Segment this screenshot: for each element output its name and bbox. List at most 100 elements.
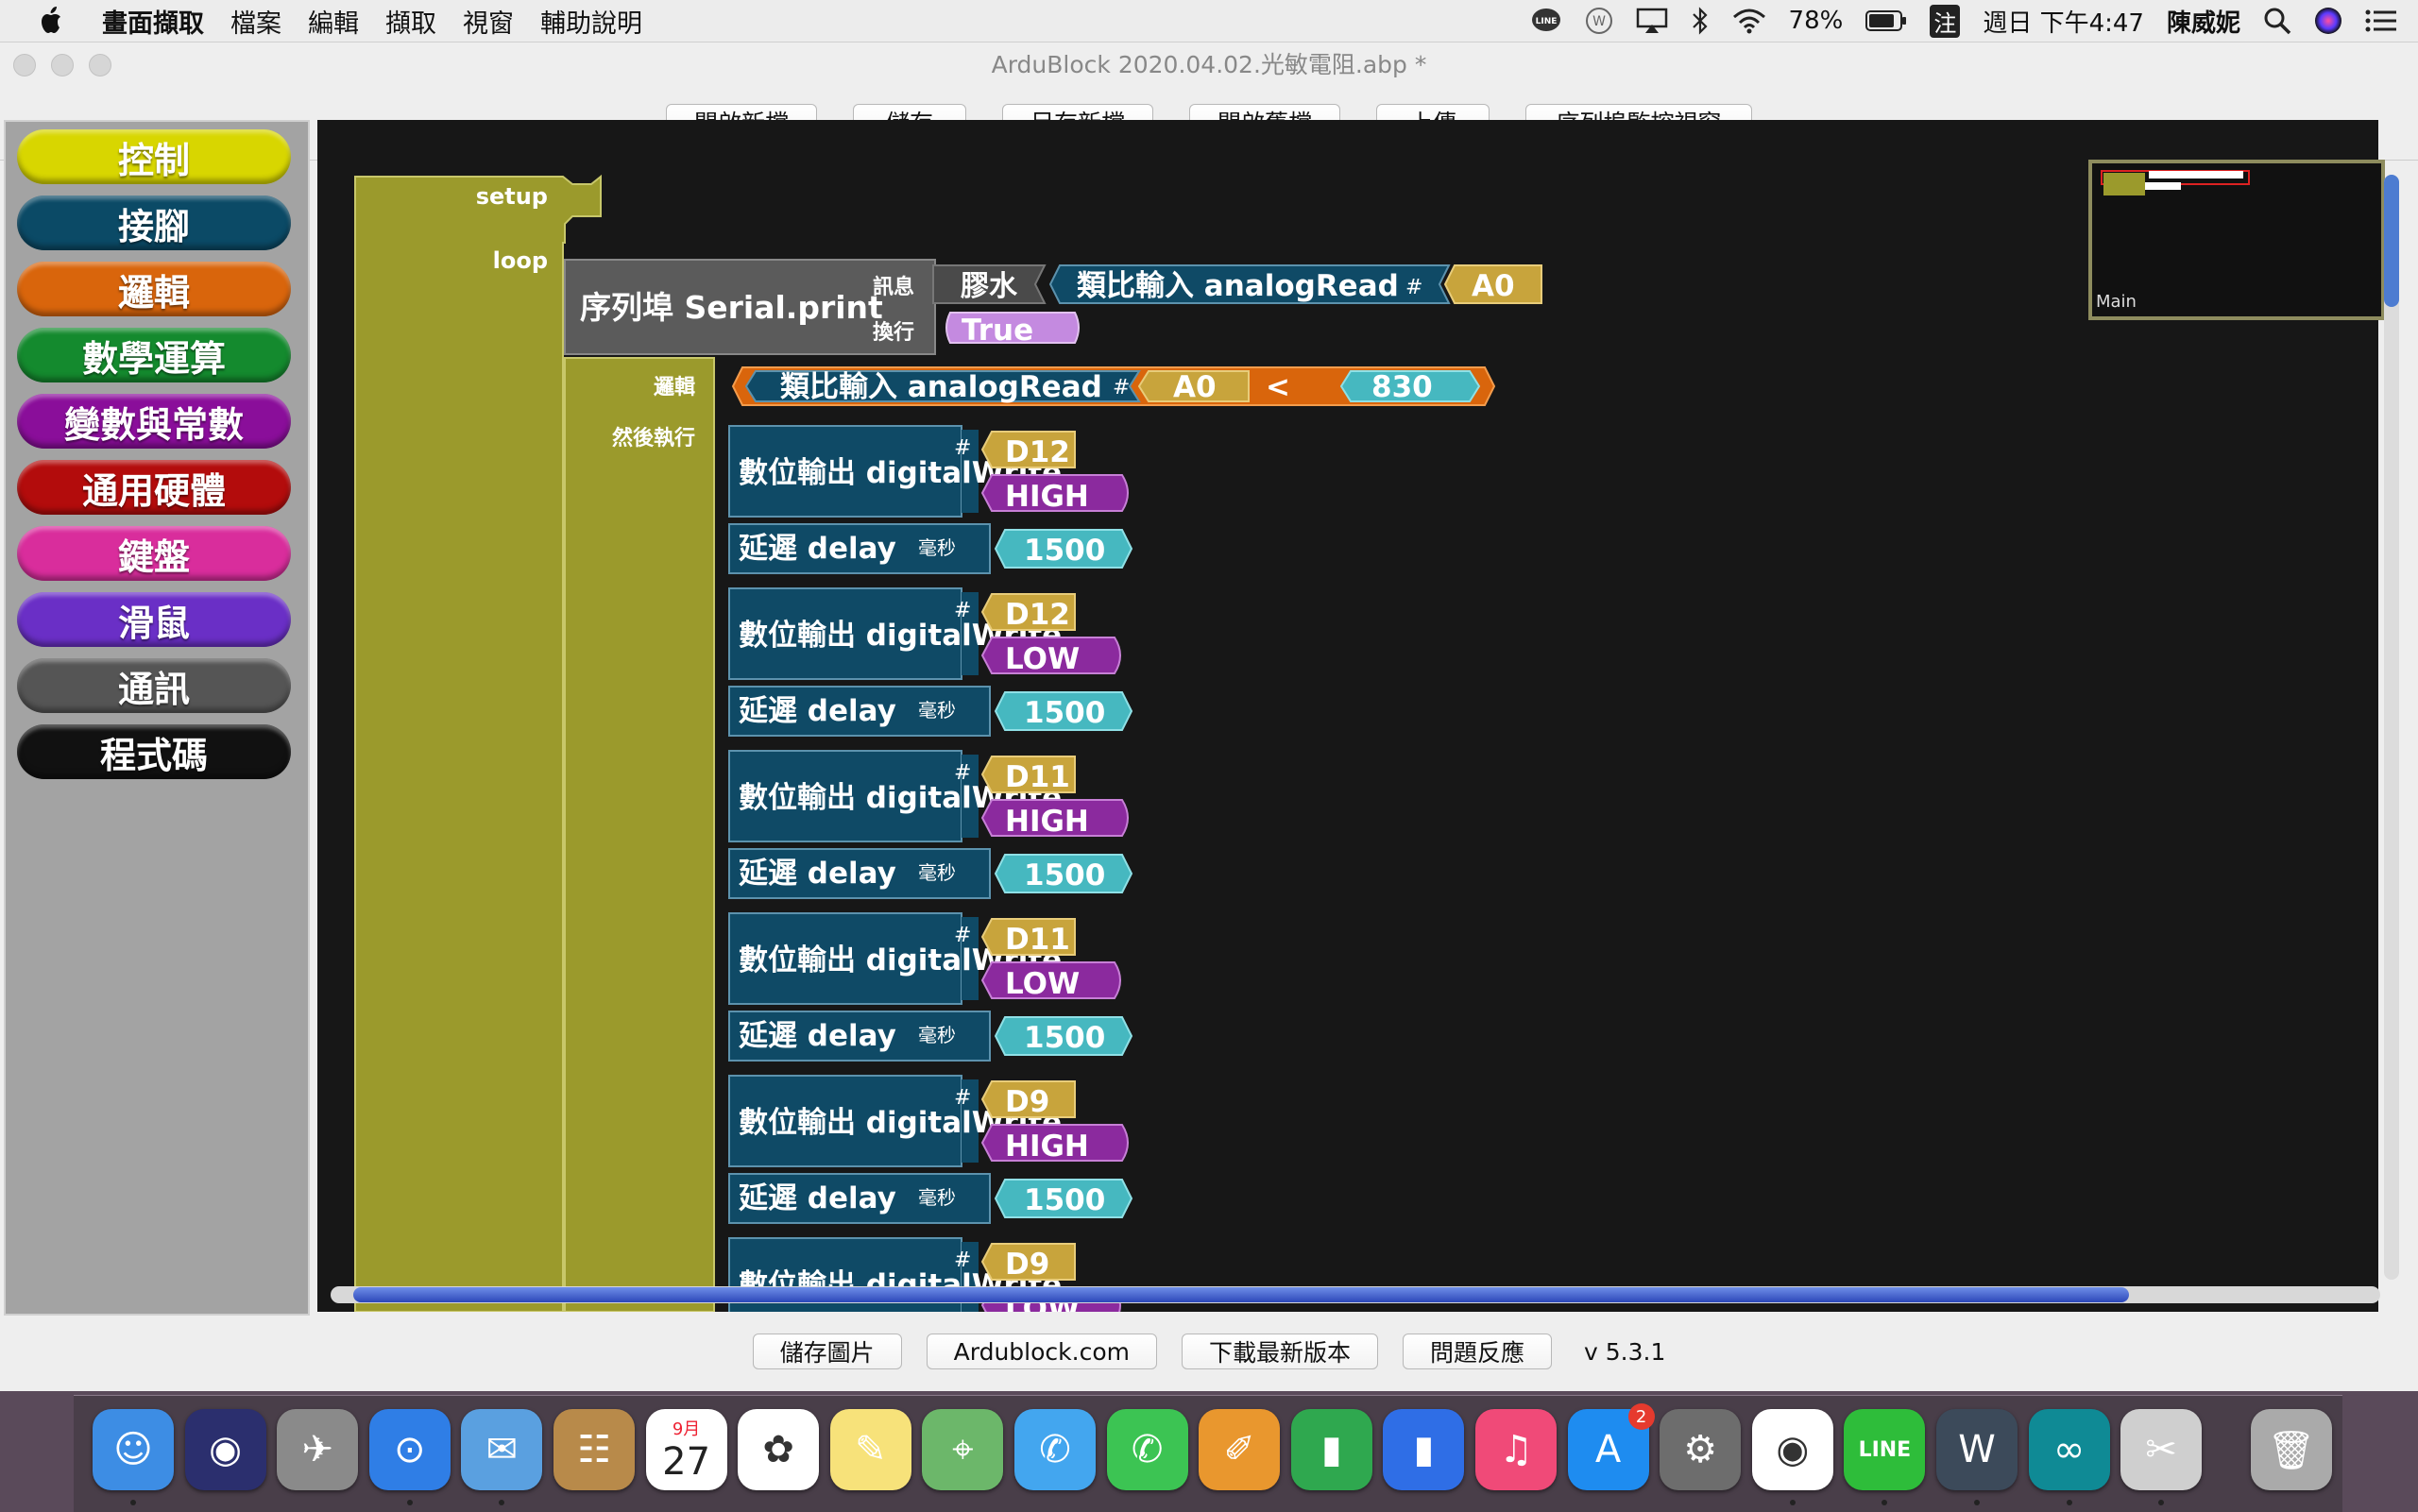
dock-glyph: A [1594, 1428, 1622, 1471]
dock-launchpad-icon[interactable]: ✈ [277, 1409, 359, 1490]
dock-maps-icon[interactable]: ⌖ [922, 1409, 1004, 1490]
dock-messages-icon[interactable]: ✆ [1014, 1409, 1096, 1490]
category-math[interactable]: 數學運算 [17, 328, 291, 382]
level-value[interactable]: LOW [1005, 967, 1080, 1001]
dock-screenshot-icon[interactable]: ✂ [2120, 1409, 2203, 1490]
pin-value[interactable]: D9 [1005, 1248, 1049, 1282]
wondershare-status-icon[interactable]: W [1585, 7, 1613, 35]
category-mouse[interactable]: 滑鼠 [17, 592, 291, 647]
airplay-icon[interactable] [1636, 8, 1668, 34]
delay-value[interactable]: 1500 [1024, 1183, 1105, 1217]
if-operator[interactable]: < [1266, 370, 1290, 404]
if-pin-value[interactable]: A0 [1173, 370, 1217, 404]
category-logic[interactable]: 邏輯 [17, 262, 291, 316]
menu-file[interactable]: 檔案 [230, 3, 281, 40]
download-latest-button[interactable]: 下載最新版本 [1181, 1334, 1378, 1369]
dock-finder-icon[interactable]: ☺ [93, 1409, 174, 1490]
line-status-icon[interactable]: LINE [1530, 7, 1562, 35]
dock-arduino-icon[interactable]: ∞ [2028, 1409, 2110, 1490]
delay-value[interactable]: 1500 [1024, 534, 1105, 568]
true-value[interactable]: True [962, 314, 1033, 348]
dock-safari-icon[interactable]: ⊙ [368, 1409, 451, 1490]
if-block[interactable] [564, 357, 715, 1312]
wifi-icon[interactable] [1732, 8, 1766, 34]
serial-pin-value[interactable]: A0 [1472, 269, 1515, 303]
vertical-scrollbar[interactable] [2384, 175, 2399, 1280]
menu-window[interactable]: 視窗 [463, 3, 514, 40]
clock[interactable]: 週日 下午4:47 [1983, 4, 2144, 39]
running-indicator [2066, 1500, 2072, 1505]
category-control[interactable]: 控制 [17, 129, 291, 184]
horizontal-scroll-thumb[interactable] [353, 1287, 2129, 1302]
zoom-window-button[interactable] [89, 54, 111, 76]
dock-siri-icon[interactable]: ◉ [184, 1409, 266, 1490]
dock-keynote-icon[interactable]: ▮ [1383, 1409, 1465, 1490]
notification-center-icon[interactable] [2365, 8, 2397, 33]
block-canvas[interactable]: setup loop 序列埠 Serial.print 訊息 換行 膠水 類比輸… [317, 120, 2378, 1312]
dock-wondershare-icon[interactable]: W [1936, 1409, 2018, 1490]
category-code[interactable]: 程式碼 [17, 724, 291, 779]
level-value[interactable]: HIGH [1005, 480, 1089, 514]
serial-hash-label: # [1405, 276, 1422, 299]
minimap[interactable]: Main [2088, 160, 2385, 320]
spotlight-search-icon[interactable] [2263, 7, 2291, 35]
menu-help[interactable]: 輔助說明 [540, 3, 642, 40]
pin-value[interactable]: D11 [1005, 923, 1070, 957]
delay-value[interactable]: 1500 [1024, 1021, 1105, 1055]
menu-edit[interactable]: 編輯 [308, 3, 359, 40]
delay-value[interactable]: 1500 [1024, 858, 1105, 892]
category-keyboard[interactable]: 鍵盤 [17, 526, 291, 581]
category-generic-hardware[interactable]: 通用硬體 [17, 460, 291, 515]
category-variables[interactable]: 變數與常數 [17, 394, 291, 449]
delay-unit-label: 毫秒 [918, 861, 956, 884]
category-label: 通用硬體 [81, 469, 226, 512]
apple-menu-icon[interactable] [38, 6, 66, 36]
level-value[interactable]: HIGH [1005, 805, 1089, 839]
delay-value[interactable]: 1500 [1024, 696, 1105, 730]
title-bar: ArduBlock 2020.04.02.光敏電阻.abp * [0, 42, 2418, 84]
vertical-scroll-thumb[interactable] [2384, 175, 2399, 307]
report-issue-button[interactable]: 問題反應 [1402, 1334, 1552, 1369]
svg-text:LINE: LINE [1535, 17, 1557, 26]
level-value[interactable]: HIGH [1005, 1130, 1089, 1164]
dock-itunes-icon[interactable]: ♫ [1475, 1409, 1557, 1490]
battery-icon[interactable] [1865, 9, 1907, 32]
dock-system-preferences-icon[interactable]: ⚙ [1660, 1409, 1742, 1490]
dock-app-store-icon[interactable]: A2 [1567, 1403, 1655, 1490]
user-name[interactable]: 陳威妮 [2167, 4, 2240, 39]
dock-photos-icon[interactable]: ✿ [738, 1409, 820, 1490]
pin-value[interactable]: D11 [1005, 760, 1070, 794]
threshold-value[interactable]: 830 [1371, 370, 1433, 404]
dock-pages-icon[interactable]: ✐ [1199, 1409, 1281, 1490]
dock-numbers-icon[interactable]: ▮ [1290, 1409, 1372, 1490]
minimize-window-button[interactable] [51, 54, 74, 76]
siri-icon[interactable] [2314, 7, 2342, 35]
level-value[interactable]: LOW [1005, 642, 1080, 676]
serial-analogread-label: 類比輸入 analogRead [1077, 269, 1399, 303]
delay-label: 延遲 delay [738, 1019, 896, 1053]
dock-facetime-icon[interactable]: ✆ [1106, 1409, 1188, 1490]
glue-label: 膠水 [961, 270, 1018, 303]
pin-value[interactable]: D12 [1005, 435, 1070, 469]
pin-value[interactable]: D9 [1005, 1085, 1049, 1119]
close-window-button[interactable] [13, 54, 36, 76]
horizontal-scrollbar[interactable] [331, 1286, 2380, 1303]
save-image-button[interactable]: 儲存圖片 [752, 1334, 902, 1369]
dock-chrome-icon[interactable]: ◉ [1751, 1409, 1833, 1490]
dock-contacts-icon[interactable]: ☷ [553, 1409, 635, 1490]
dock-notes-icon[interactable]: ✎ [829, 1409, 911, 1490]
category-pins[interactable]: 接腳 [17, 195, 291, 250]
ardublock-site-button[interactable]: Ardublock.com [926, 1334, 1157, 1369]
dock-calendar-icon[interactable]: 9月 27 [645, 1409, 727, 1490]
dock-glyph: ⌖ [952, 1428, 974, 1471]
dock-mail-icon[interactable]: ✉ [461, 1409, 543, 1490]
dock-line-icon[interactable]: LINE [1844, 1409, 1926, 1490]
input-method-icon[interactable]: 注 [1930, 4, 1961, 38]
menu-app-name[interactable]: 畫面擷取 [102, 3, 204, 40]
category-communication[interactable]: 通訊 [17, 658, 291, 713]
menu-capture[interactable]: 擷取 [385, 3, 436, 40]
bluetooth-icon[interactable] [1691, 7, 1710, 35]
running-indicator [1974, 1500, 1980, 1505]
pin-value[interactable]: D12 [1005, 598, 1070, 632]
dock-trash-icon[interactable]: 🗑 [2250, 1409, 2332, 1490]
